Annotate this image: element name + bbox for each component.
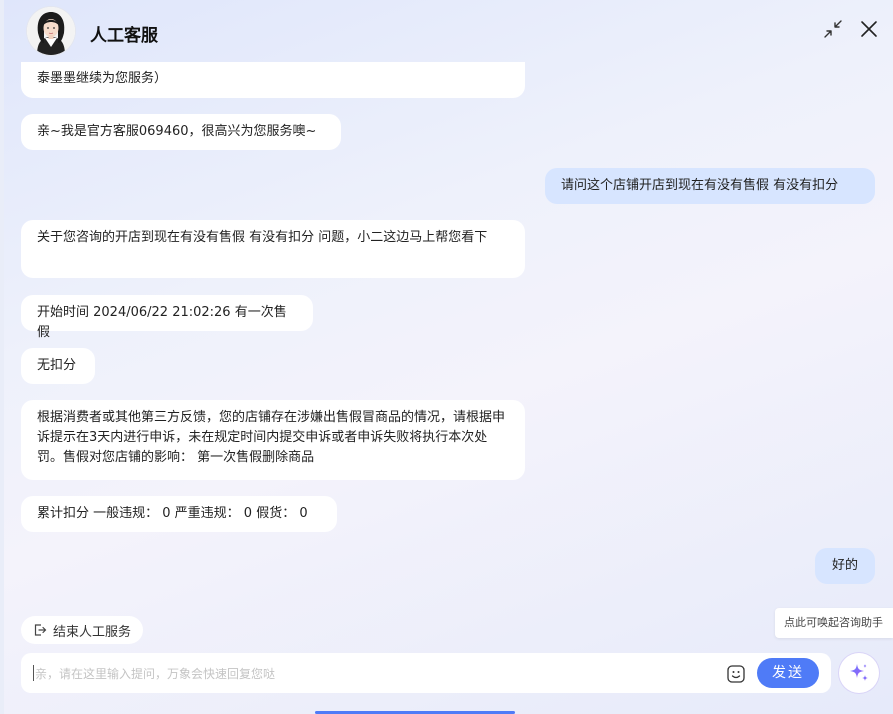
- close-button[interactable]: [858, 18, 880, 40]
- end-service-button[interactable]: 结束人工服务: [21, 616, 144, 644]
- shrink-arrows-icon: [824, 20, 842, 38]
- assistant-button[interactable]: [839, 653, 879, 693]
- emoji-button[interactable]: [725, 663, 747, 685]
- user-message: 好的: [815, 548, 875, 584]
- message-input-area[interactable]: 亲，请在这里输入提问，万象会快速回复您哒 发送: [21, 653, 831, 693]
- agent-message: 开始时间 2024/06/22 21:02:26 有一次售假: [21, 295, 313, 340]
- send-button[interactable]: 发送: [757, 658, 819, 688]
- minimize-button[interactable]: [822, 18, 844, 40]
- user-message: 请问这个店铺开店到现在有没有售假 有没有扣分: [545, 168, 875, 204]
- agent-message: 亲~我是官方客服069460，很高兴为您服务噢~: [21, 114, 341, 150]
- agent-message: 泰墨墨继续为您服务）: [21, 62, 525, 98]
- text-caret: [33, 665, 34, 681]
- message-input[interactable]: 亲，请在这里输入提问，万象会快速回复您哒: [35, 665, 275, 682]
- end-service-label: 结束人工服务: [53, 624, 132, 640]
- chat-header: 人工客服: [0, 0, 893, 66]
- agent-avatar: [27, 7, 75, 55]
- window-edge: [0, 0, 4, 714]
- assistant-tooltip: 点此可唤起咨询助手: [775, 608, 893, 638]
- agent-message: 关于您咨询的开店到现在有没有售假 有没有扣分 问题，小二这边马上帮您看下: [21, 220, 525, 278]
- agent-message: 无扣分: [21, 348, 95, 384]
- close-icon: [861, 21, 877, 37]
- exit-icon: [34, 624, 47, 636]
- sparkle-icon: [850, 664, 868, 681]
- emoji-icon: [727, 665, 745, 683]
- chat-title: 人工客服: [90, 26, 158, 46]
- agent-message: 累计扣分 一般违规： 0 严重违规： 0 假货： 0: [21, 496, 337, 532]
- agent-message: 根据消费者或其他第三方反馈，您的店铺存在涉嫌出售假冒商品的情况，请根据申诉提示在…: [21, 400, 525, 480]
